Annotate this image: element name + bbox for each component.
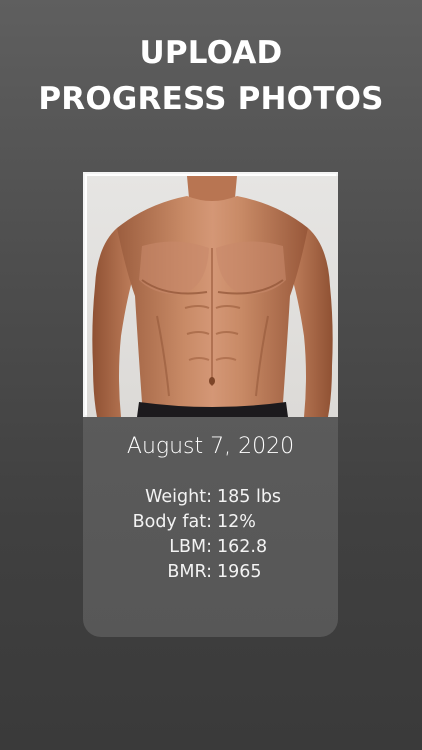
stat-label-body-fat: Body fat:: [132, 512, 212, 532]
stat-value-body-fat: 12%: [217, 512, 256, 532]
progress-card[interactable]: August 7, 2020 Weight: 185 lbs Body fat:…: [83, 172, 338, 637]
stat-value-lbm: 162.8: [217, 537, 268, 557]
progress-photo-frame[interactable]: [83, 172, 338, 417]
stat-label-weight: Weight:: [145, 487, 212, 507]
torso-photo-illustration: [92, 176, 333, 417]
stat-row-bmr: BMR: 1965: [83, 560, 338, 585]
page-title: UPLOAD PROGRESS PHOTOS: [0, 30, 422, 122]
stat-row-body-fat: Body fat: 12%: [83, 510, 338, 535]
stat-value-weight: 185 lbs: [217, 487, 282, 507]
page-title-line-2: PROGRESS PHOTOS: [38, 81, 384, 117]
stat-label-lbm: LBM:: [169, 537, 212, 557]
stats-list: Weight: 185 lbs Body fat: 12% LBM: 162.8…: [83, 485, 338, 585]
progress-photo[interactable]: [87, 176, 338, 417]
stat-value-bmr: 1965: [217, 562, 262, 582]
stat-row-lbm: LBM: 162.8: [83, 535, 338, 560]
photo-date: August 7, 2020: [126, 434, 295, 459]
stat-row-weight: Weight: 185 lbs: [83, 485, 338, 510]
stat-label-bmr: BMR:: [167, 562, 212, 582]
page-title-line-1: UPLOAD: [139, 35, 283, 71]
